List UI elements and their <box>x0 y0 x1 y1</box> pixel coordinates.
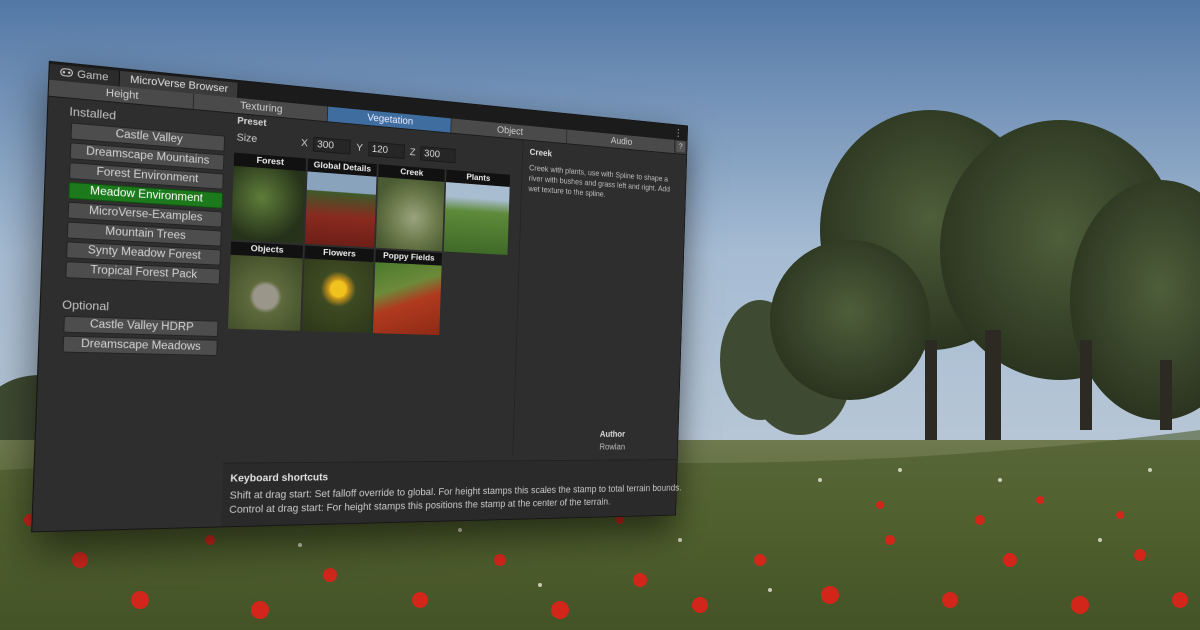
shortcuts-title: Keyboard shortcuts <box>230 472 329 485</box>
size-y-label: Y <box>356 142 364 154</box>
forest-thumbnail <box>231 165 306 244</box>
package-sidebar: Installed Castle Valley Dreamscape Mount… <box>32 97 230 532</box>
preset-tile-poppy-fields[interactable]: Poppy Fields <box>372 249 443 336</box>
preset-panel: Preset Size X 300 Y 120 Z 300 Forest Glo… <box>223 114 517 458</box>
preset-tile-flowers[interactable]: Flowers <box>301 245 374 334</box>
objects-thumbnail <box>227 254 303 331</box>
gamepad-icon <box>60 65 74 82</box>
author-name: Rowlan <box>599 442 626 453</box>
keyboard-shortcuts-panel: Keyboard shortcuts Shift at drag start: … <box>220 459 682 527</box>
preset-tile-creek[interactable]: Creek <box>375 164 445 252</box>
author-block: Author Rowlan <box>599 430 672 452</box>
microverse-editor-window: Game MicroVerse Browser ⋮ Height Texturi… <box>31 60 689 533</box>
preset-details-panel: Creek Creek with plants, use with Spline… <box>512 140 687 457</box>
plants-thumbnail <box>443 182 510 255</box>
size-z-field[interactable]: 300 <box>420 146 457 164</box>
size-x-label: X <box>300 137 309 150</box>
preset-grid: Forest Global Details Creek Plants Objec… <box>227 152 518 338</box>
preset-tile-global-details[interactable]: Global Details <box>304 158 377 248</box>
kebab-menu-icon[interactable]: ⋮ <box>674 127 683 139</box>
size-y-field[interactable]: 120 <box>367 141 405 160</box>
global-details-thumbnail <box>304 171 377 248</box>
help-icon[interactable]: ? <box>676 140 686 153</box>
preset-tile-objects[interactable]: Objects <box>227 241 304 331</box>
creek-thumbnail <box>375 176 445 252</box>
flowers-thumbnail <box>301 258 374 334</box>
poppy-fields-thumbnail <box>372 262 442 336</box>
details-description: Creek with plants, use with Spline to sh… <box>528 163 671 199</box>
preset-tile-plants[interactable]: Plants <box>443 169 511 255</box>
package-dreamscape-meadows[interactable]: Dreamscape Meadows <box>62 335 218 357</box>
size-z-label: Z <box>409 146 416 159</box>
size-x-field[interactable]: 300 <box>313 136 352 155</box>
package-tropical-forest-pack[interactable]: Tropical Forest Pack <box>65 261 221 285</box>
preset-tile-forest[interactable]: Forest <box>231 152 307 244</box>
author-label: Author <box>599 430 626 440</box>
size-label: Size <box>236 131 258 145</box>
